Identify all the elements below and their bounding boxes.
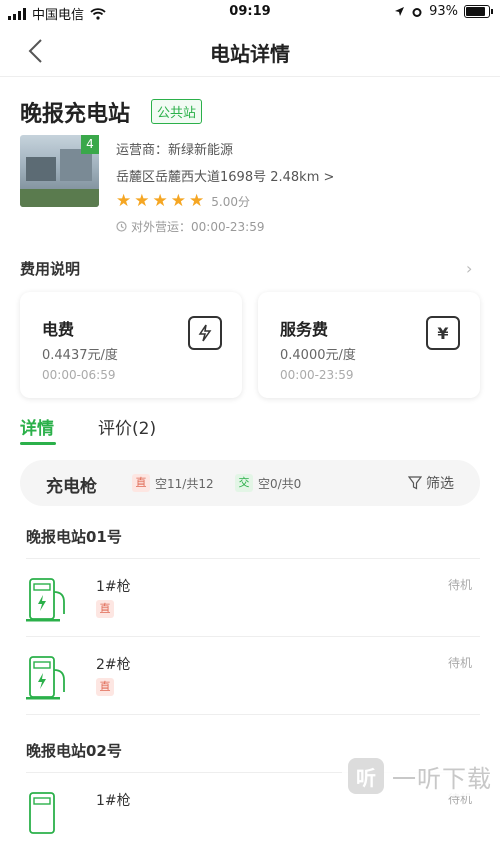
station-group-title: 晚报电站02号 — [26, 742, 122, 760]
dc-count: 空11/共12 — [155, 476, 214, 491]
charger-icon — [26, 578, 65, 622]
photo-count-badge: 4 — [81, 135, 99, 154]
watermark: 听 一听下载 — [342, 756, 498, 796]
operating-hours: 对外营运：00:00-23:59 — [116, 218, 265, 235]
filter-icon — [408, 476, 422, 490]
electricity-fee-card: 电费 0.4437元/度 00:00-06:59 — [20, 292, 242, 398]
filter-button[interactable]: 筛选 — [408, 473, 454, 493]
divider — [26, 636, 480, 637]
fee-price: 0.4000元/度 — [280, 348, 356, 363]
chevron-right-icon[interactable]: › — [466, 259, 472, 278]
location-arrow-icon — [395, 7, 405, 16]
gun-name: 2#枪 — [96, 657, 131, 673]
operator-text: 运营商：新绿新能源 — [116, 143, 234, 158]
divider — [26, 558, 480, 559]
tab-details[interactable]: 详情 — [20, 414, 56, 445]
gun-status: 待机 — [447, 656, 472, 670]
dc-badge: 直 — [132, 474, 150, 492]
gun-row[interactable]: 2#枪 直 待机 — [20, 644, 480, 720]
battery-icon — [464, 5, 493, 18]
star-icon: ★ — [134, 191, 150, 211]
gun-row[interactable]: 1#枪 直 待机 — [20, 566, 480, 642]
fee-hours: 00:00-23:59 — [280, 368, 354, 382]
filter-label: 筛选 — [426, 476, 454, 492]
star-icon: ★ — [116, 191, 132, 211]
star-icon: ★ — [152, 191, 168, 211]
charging-gun-summary: 充电枪 直 空11/共12 交 空0/共0 筛选 — [20, 460, 480, 506]
ac-availability: 交 空0/共0 — [235, 474, 301, 492]
alarm-icon — [412, 7, 422, 17]
clock-icon — [116, 221, 127, 232]
status-bar: 中国电信 09:19 93% — [0, 0, 500, 26]
gun-type-badge: 直 — [96, 678, 114, 696]
address-link[interactable]: 岳麓区岳麓西大道1698号 2.48km > — [116, 166, 334, 185]
tab-reviews[interactable]: 评价(2) — [98, 414, 156, 445]
ac-count: 空0/共0 — [258, 476, 302, 491]
service-fee-card: 服务费 0.4000元/度 00:00-23:59 ¥ — [258, 292, 480, 398]
gun-section-title: 充电枪 — [46, 477, 97, 497]
fee-price: 0.4437元/度 — [42, 348, 118, 363]
watermark-text: 一听下载 — [392, 764, 492, 793]
yuan-icon: ¥ — [426, 316, 460, 350]
fee-hours: 00:00-06:59 — [42, 368, 116, 382]
gun-name: 1#枪 — [96, 793, 131, 809]
fee-title: 服务费 — [280, 320, 329, 339]
fee-title: 电费 — [42, 320, 75, 339]
charger-icon — [26, 656, 65, 700]
star-icon: ★ — [170, 191, 186, 211]
fee-section-title: 费用说明 — [20, 260, 81, 278]
rating-score: 5.00分 — [211, 195, 250, 209]
dc-availability: 直 空11/共12 — [132, 474, 214, 492]
hours-text: 对外营运：00:00-23:59 — [131, 220, 265, 234]
watermark-logo: 听 — [348, 758, 384, 794]
gun-status: 待机 — [447, 578, 472, 592]
station-name: 晚报充电站 — [20, 102, 131, 127]
ac-badge: 交 — [235, 474, 253, 492]
star-icon: ★ — [189, 191, 205, 211]
public-station-tag: 公共站 — [151, 99, 203, 124]
lightning-icon — [188, 316, 222, 350]
rating: ★ ★ ★ ★ ★ 5.00分 — [116, 193, 250, 210]
divider — [26, 714, 480, 715]
detail-tabs: 详情 评价(2) — [20, 414, 156, 445]
station-group-title: 晚报电站01号 — [26, 528, 122, 546]
page-title: 电站详情 — [210, 42, 290, 66]
nav-bar: 电站详情 — [0, 26, 500, 77]
battery-percent: 93% — [429, 4, 458, 19]
gun-name: 1#枪 — [96, 579, 131, 595]
gun-type-badge: 直 — [96, 600, 114, 618]
charger-icon — [29, 792, 55, 834]
